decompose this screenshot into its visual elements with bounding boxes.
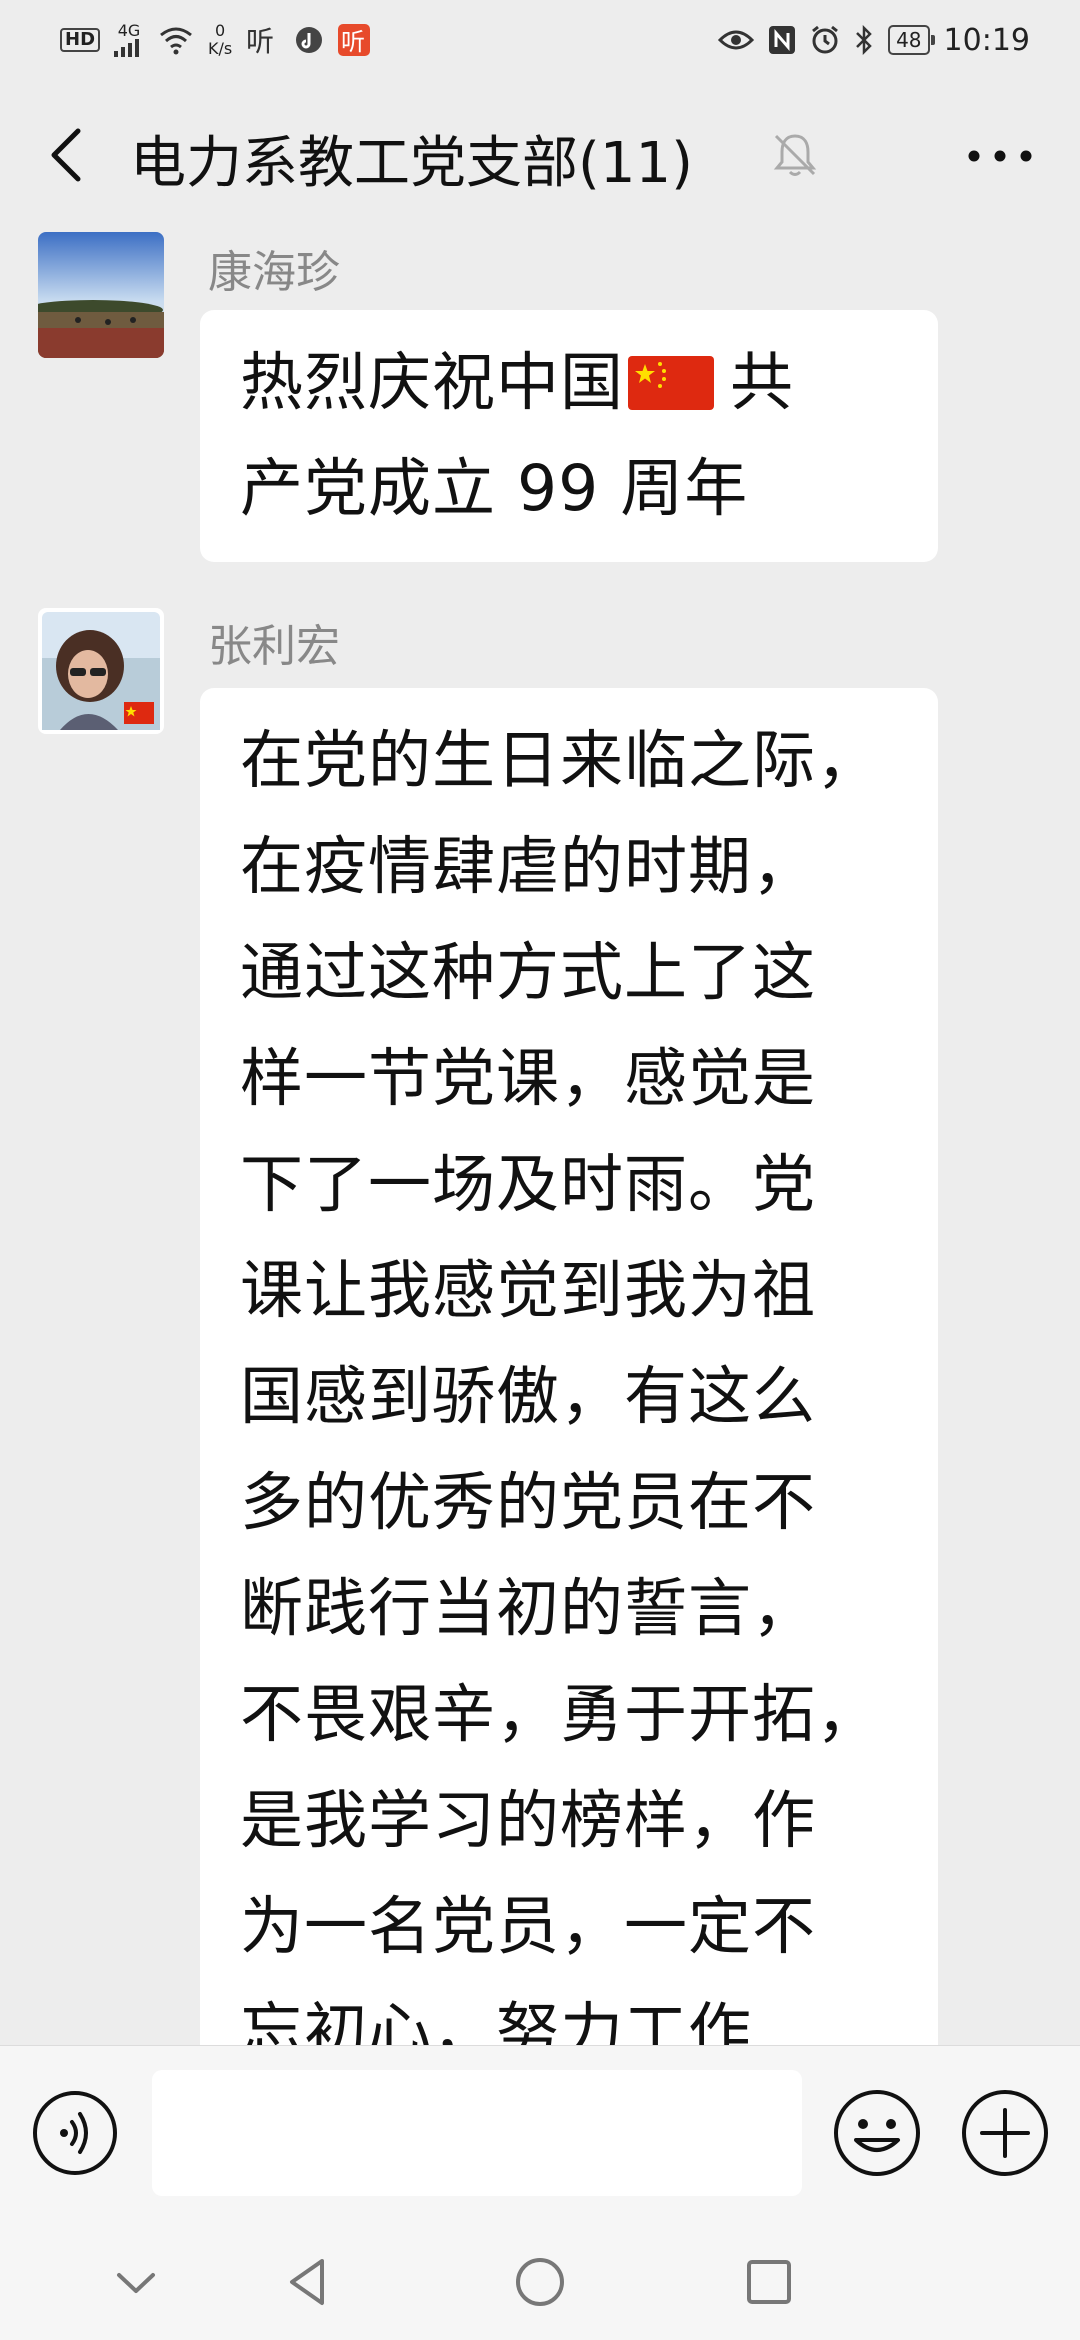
message-line: 热烈庆祝中国 共 (240, 330, 898, 436)
mute-bell-icon (773, 134, 817, 176)
eye-icon (718, 30, 755, 50)
message-line: 在疫情肆虐的时期， (240, 830, 816, 903)
nfc-icon (769, 26, 796, 54)
hd-icon: HD (60, 28, 101, 52)
input-bar (0, 2045, 1080, 2225)
message-line: 下了一场及时雨。党 (240, 1148, 816, 1221)
message-line: 多的优秀的党员在不 (240, 1466, 816, 1539)
alarm-icon (812, 25, 839, 54)
message-bubble[interactable]: 热烈庆祝中国 共 产党成立 99 周年 (200, 310, 938, 562)
avatar[interactable] (38, 232, 164, 358)
message-line: 国感到骄傲，有这么 (240, 1360, 816, 1433)
svg-text:听: 听 (341, 28, 365, 56)
message-bubble[interactable]: 在党的生日来临之际， 在疫情肆虐的时期， 通过这种方式上了这 样一节党课，感觉是… (200, 688, 938, 2045)
chat-header: 电力系教工党支部(11) (0, 80, 1080, 230)
status-right: 48 10:19 (718, 23, 1030, 58)
network-indicator: 4G (114, 23, 144, 57)
message-line: 样一节党课，感觉是 (240, 1042, 816, 1115)
message-line: 是我学习的榜样，作 (240, 1784, 816, 1857)
network-type: 4G (117, 21, 141, 40)
message-text: 共 (730, 346, 794, 419)
music-icon: 听 (246, 25, 274, 55)
wifi-icon (160, 27, 192, 55)
collapse-icon[interactable] (105, 2251, 167, 2313)
message-line: 为一名党员，一定不 (240, 1890, 816, 1963)
message-line: 课让我感觉到我为祖 (240, 1254, 816, 1327)
message-line: 通过这种方式上了这 (240, 936, 816, 1009)
status-time: 10:19 (943, 22, 1030, 58)
message-line: 在党的生日来临之际， (240, 724, 880, 797)
china-flag-icon (628, 356, 714, 410)
message-line: 不畏艰辛，勇于开拓， (240, 1678, 880, 1751)
voice-icon[interactable] (32, 2090, 118, 2176)
back-triangle-icon[interactable] (278, 2251, 340, 2313)
status-left: HD 4G 0 K/s 听 听 (60, 22, 371, 58)
message-line: 产党成立 99 周年 (240, 452, 749, 525)
battery-icon: 48 (888, 25, 936, 55)
net-speed: 0 K/s (208, 22, 232, 58)
sender-name: 康海珍 (208, 247, 340, 298)
plus-icon[interactable] (960, 2088, 1050, 2178)
more-icon[interactable] (960, 126, 1040, 186)
message-line: 忘初心，努力工作 (240, 1996, 752, 2045)
home-circle-icon[interactable] (509, 2251, 571, 2313)
chat-title: 电力系教工党支部(11) (130, 131, 693, 196)
app-red-icon: 听 (338, 24, 371, 56)
tiktok-icon (296, 27, 323, 53)
net-speed-unit: K/s (208, 39, 233, 58)
sender-name: 张利宏 (208, 621, 340, 672)
avatar[interactable] (38, 608, 164, 734)
chat-area[interactable]: 康海珍 热烈庆祝中国 共 产党成立 99 周年 张利宏 在党的生日来临之际， 在疫… (0, 230, 1080, 2045)
bluetooth-icon (856, 25, 872, 55)
message-line: 断践行当初的誓言， (240, 1572, 816, 1645)
net-speed-value: 0 (215, 21, 226, 40)
recents-square-icon[interactable] (738, 2251, 800, 2313)
message-text: 热烈庆祝中国 (240, 346, 624, 419)
message-input[interactable] (152, 2070, 802, 2196)
system-nav-bar (0, 2225, 1080, 2340)
svg-text:听: 听 (246, 25, 274, 55)
status-bar: HD 4G 0 K/s 听 听 48 10:19 (0, 0, 1080, 80)
back-icon[interactable] (40, 125, 100, 185)
emoji-icon[interactable] (832, 2088, 922, 2178)
signal-icon (114, 39, 140, 57)
